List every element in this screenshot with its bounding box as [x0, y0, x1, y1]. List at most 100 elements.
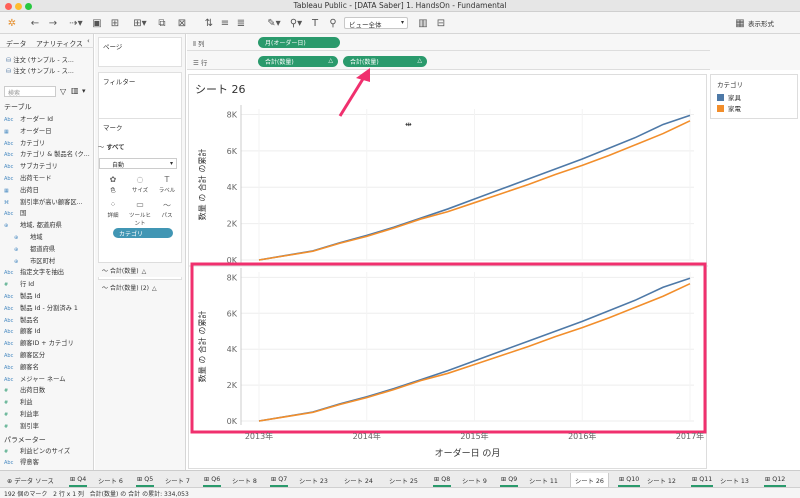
rows-pill-1[interactable]: 合計(数量) △	[258, 56, 338, 67]
sheet-tab[interactable]: シート 24	[340, 473, 377, 487]
field-item[interactable]: Abc 顧客名	[4, 362, 92, 373]
field-item[interactable]: ⊕ 地域	[14, 232, 102, 243]
field-item[interactable]: Abc 出荷モード	[4, 173, 92, 184]
mark-color-button[interactable]: ✿ 色	[101, 175, 125, 197]
group-icon[interactable]: ⚲▾	[286, 16, 306, 30]
filters-card[interactable]: フィルター	[98, 72, 182, 120]
field-item[interactable]: ⊕ 都道府県	[14, 244, 102, 255]
show-me-icon[interactable]: ▦	[733, 16, 747, 30]
marks-all[interactable]: 〜 すべて	[98, 142, 176, 154]
sheet-tab[interactable]: シート 9	[458, 473, 491, 487]
parameter-item[interactable]: # 利益ビンのサイズ	[4, 446, 92, 457]
redo-icon[interactable]: →	[46, 16, 60, 30]
share-icon[interactable]: ⊟	[434, 16, 448, 30]
tab-analytics[interactable]: アナリティクス	[36, 38, 83, 48]
field-item[interactable]: Abc 製品 Id	[4, 291, 92, 302]
sheet-tab[interactable]: シート 8	[228, 473, 261, 487]
field-item[interactable]: Abc サブカテゴリ	[4, 161, 92, 172]
field-item[interactable]: Abc 製品 Id - 分割済み 1	[4, 303, 92, 314]
field-item[interactable]: # 割引率	[4, 421, 92, 432]
sheet-tab[interactable]: シート 11	[525, 473, 562, 487]
view-size-select[interactable]: ビュー全体 ▾	[344, 17, 408, 29]
field-item[interactable]: Abc 指定文字を抽出	[4, 267, 92, 278]
mark-detail-button[interactable]: ⁘ 詳細	[101, 200, 125, 222]
sort-asc-icon[interactable]: ≡	[218, 16, 232, 30]
resize-cursor-icon: ⇹	[405, 120, 412, 129]
sheet-tab[interactable]: シート 26	[570, 473, 609, 487]
field-item[interactable]: Abc 顧客区分	[4, 350, 92, 361]
measure-marks-row[interactable]: 〜 合計(数量) (2) △	[98, 279, 182, 294]
new-datasource-icon[interactable]: ⊞	[108, 16, 122, 30]
filter-icon[interactable]: ▽	[60, 87, 66, 96]
mark-path-button[interactable]: 〜パス	[155, 200, 179, 222]
field-item[interactable]: Abc 顧客ID + カテゴリ	[4, 338, 92, 349]
sheet-tab[interactable]: シート 7	[161, 473, 194, 487]
highlight-icon[interactable]: ✎▾	[264, 16, 284, 30]
sheet-tab[interactable]: シート 6	[94, 473, 127, 487]
tableau-logo-icon[interactable]: ✲	[5, 16, 19, 30]
save-icon[interactable]: ▣	[90, 16, 104, 30]
mark-size-button[interactable]: ◌ サイズ	[128, 175, 152, 197]
field-item[interactable]: ⌘ 割引率が高い顧客区...	[4, 197, 92, 208]
sheet-tab[interactable]: シート 23	[295, 473, 332, 487]
datasource-tab[interactable]: ⊕ データ ソース	[3, 473, 58, 487]
sort-desc-icon[interactable]: ≣	[234, 16, 248, 30]
field-item[interactable]: Abc メジャー ネーム	[4, 374, 92, 385]
swap-icon[interactable]: ⇅	[202, 16, 216, 30]
fix-axes-icon[interactable]: ⚲	[326, 16, 340, 30]
columns-pill[interactable]: 月(オーダー日)	[258, 37, 340, 48]
datasource-item[interactable]: ⛁ 注文 (サンプル - ス...	[6, 66, 74, 75]
field-item[interactable]: ⊕ 市区町村	[14, 256, 102, 267]
clear-sheet-icon[interactable]: ⊠	[175, 16, 189, 30]
mark-label-button[interactable]: T ラベル	[155, 175, 179, 197]
field-item[interactable]: ▦ 出荷日	[4, 185, 92, 196]
field-item[interactable]: # 利益率	[4, 409, 92, 420]
sheet-tab[interactable]: ⊞ Q9	[497, 473, 521, 487]
sheet-tab[interactable]: ⊞ Q10	[615, 473, 643, 487]
show-labels-icon[interactable]: ▥	[416, 16, 430, 30]
field-item[interactable]: Abc オーダー Id	[4, 114, 92, 125]
sheet-tab[interactable]: ⊞ Q4	[66, 473, 90, 487]
sheet-tab[interactable]: シート 12	[643, 473, 680, 487]
mark-tooltip-button[interactable]: ▭ ツールヒント	[128, 200, 152, 227]
field-item[interactable]: ▦ オーダー日	[4, 126, 92, 137]
view-mode-icon[interactable]: ▥	[71, 86, 79, 95]
sheet-tab[interactable]: ⊞ Q5	[133, 473, 157, 487]
show-me-label[interactable]: 表示形式	[748, 18, 774, 28]
field-item[interactable]: # 出荷日数	[4, 385, 92, 396]
new-sheet-icon[interactable]: ⊞▾	[130, 16, 150, 30]
replay-icon[interactable]: ⇢▾	[66, 16, 86, 30]
sheet-tab[interactable]: ⊞ Q6	[200, 473, 224, 487]
measure-marks-row[interactable]: 〜 合計(数量) △	[98, 262, 182, 277]
duplicate-sheet-icon[interactable]: ⧉	[155, 16, 169, 30]
field-item[interactable]: Abc カテゴリ & 製品名 (ク...	[4, 149, 92, 160]
field-item[interactable]: # 行 Id	[4, 279, 92, 290]
sheet-tab[interactable]: シート 13	[716, 473, 753, 487]
pages-card[interactable]: ページ	[98, 37, 182, 67]
tab-data[interactable]: データ	[6, 38, 26, 48]
legend-item[interactable]: 家具	[717, 92, 741, 102]
field-item[interactable]: Abc 国	[4, 208, 92, 219]
field-item[interactable]: Abc カテゴリ	[4, 138, 92, 149]
mark-type-select[interactable]: 自動 ▾	[99, 158, 177, 169]
label-icon[interactable]: T	[308, 16, 322, 30]
sheet-tab[interactable]: ⊞ Q7	[267, 473, 291, 487]
undo-icon[interactable]: ←	[28, 16, 42, 30]
field-item[interactable]: ⊕ 地域, 都道府県	[4, 220, 92, 231]
sheet-tab[interactable]: ⊞ Q8	[430, 473, 454, 487]
collapse-pane-icon[interactable]: ‹	[87, 37, 90, 45]
category-color-pill[interactable]: カテゴリ	[113, 228, 173, 238]
sheet-tab[interactable]: シート 25	[385, 473, 422, 487]
field-item[interactable]: Abc 製品名	[4, 315, 92, 326]
sheet-tab[interactable]: ⊞ Q12	[761, 473, 789, 487]
search-input[interactable]: 検索	[4, 86, 56, 97]
parameter-item[interactable]: Abc 得意客	[4, 457, 92, 468]
legend-item[interactable]: 家電	[717, 103, 741, 113]
columns-shelf[interactable]: ⦀ 列 月(オーダー日)	[187, 34, 710, 51]
rows-shelf[interactable]: ☰ 行 合計(数量) △ 合計(数量) △	[187, 53, 710, 70]
field-item[interactable]: Abc 顧客 Id	[4, 326, 92, 337]
pane-menu-icon[interactable]: ▾	[82, 87, 86, 95]
datasource-item[interactable]: ⛁ 注文 (サンプル - ス...	[6, 55, 74, 64]
sheet-tab[interactable]: ⊞ Q11	[688, 473, 716, 487]
field-item[interactable]: # 利益	[4, 397, 92, 408]
